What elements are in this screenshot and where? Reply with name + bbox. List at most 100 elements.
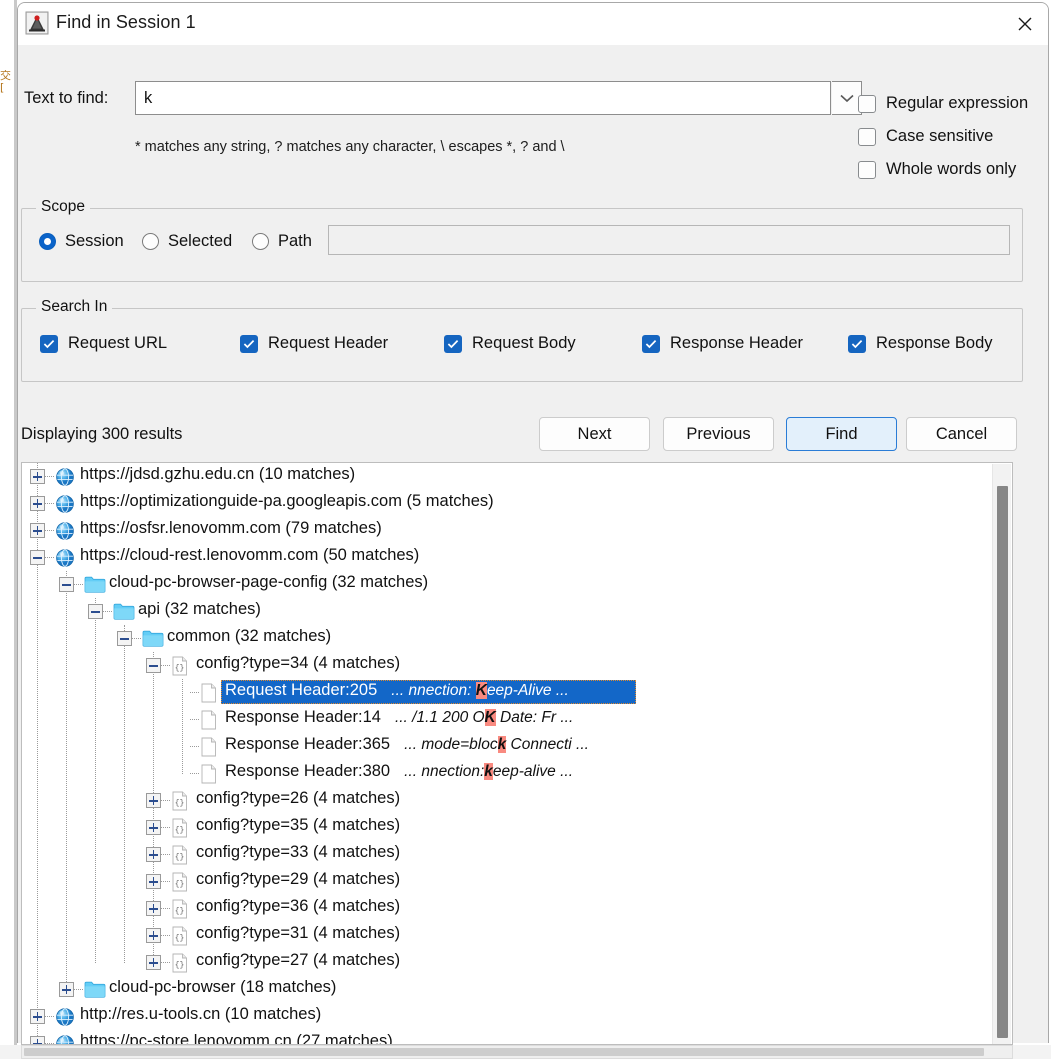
file-icon <box>201 737 216 757</box>
folder-icon <box>84 576 106 593</box>
checkbox-response-header[interactable]: Response Header <box>642 334 803 353</box>
expand-node-icon[interactable] <box>146 955 161 970</box>
tree-node[interactable]: cloud-pc-browser-page-config (32 matches… <box>22 571 992 598</box>
tree-node[interactable]: {} config?type=27 (4 matches) <box>22 949 992 976</box>
results-status-text: Displaying 300 results <box>21 425 183 443</box>
tree-node[interactable]: api (32 matches) <box>22 598 992 625</box>
checkbox-request-body[interactable]: Request Body <box>444 334 576 353</box>
folder-icon <box>113 602 135 622</box>
cancel-button[interactable]: Cancel <box>906 417 1017 451</box>
collapse-node-icon[interactable] <box>88 604 103 619</box>
snippet-suffix: Date: Fr ... <box>495 709 574 726</box>
results-tree-panel[interactable]: https://jdsd.gzhu.edu.cn (10 matches) ht… <box>21 462 1013 1045</box>
tree-node[interactable]: Response Header:380 ... nnection:keep-ali… <box>22 760 992 787</box>
collapse-node-icon[interactable] <box>30 550 45 565</box>
snippet-suffix: Connecti ... <box>506 736 589 753</box>
text-to-find-field-wrapper[interactable] <box>135 81 831 115</box>
collapse-node-icon[interactable] <box>146 658 161 673</box>
tree-connector-line <box>161 935 170 937</box>
tree-node[interactable]: {} config?type=31 (4 matches) <box>22 922 992 949</box>
expand-node-icon[interactable] <box>30 469 45 484</box>
tree-node[interactable]: https://pc-store.lenovomm.cn (27 matches… <box>22 1030 992 1045</box>
checkbox-whole-words-only[interactable]: Whole words only <box>858 160 1016 179</box>
match-location: Response Header:380 <box>225 762 391 780</box>
tree-node[interactable]: cloud-pc-browser (18 matches) <box>22 976 992 1003</box>
expand-node-icon[interactable] <box>30 1009 45 1024</box>
app-icon <box>25 11 49 35</box>
tree-node[interactable]: https://jdsd.gzhu.edu.cn (10 matches) <box>22 463 992 490</box>
tree-node[interactable]: Response Header:14 ... /1.1 200 OK Date: … <box>22 706 992 733</box>
expand-node-icon[interactable] <box>59 982 74 997</box>
json-file-icon: {} <box>172 899 187 919</box>
tree-node-label: Request Header:205 ... nnection: Keep-Ali… <box>225 681 569 700</box>
globe-icon <box>55 521 75 541</box>
radio-scope-selected[interactable]: Selected <box>142 232 232 251</box>
globe-icon <box>55 1034 75 1044</box>
search-in-group-title: Search In <box>36 298 113 316</box>
find-button[interactable]: Find <box>786 417 897 451</box>
tree-node[interactable]: http://res.u-tools.cn (10 matches) <box>22 1003 992 1030</box>
tree-node-label: common (32 matches) <box>167 627 332 645</box>
scope-group: Scope Session Selected Path <box>21 198 1023 282</box>
next-button[interactable]: Next <box>539 417 650 451</box>
tree-node[interactable]: {} config?type=36 (4 matches) <box>22 895 992 922</box>
globe-icon <box>55 548 75 568</box>
radio-scope-session[interactable]: Session <box>39 232 124 251</box>
json-file-icon: {} <box>171 656 191 676</box>
svg-text:{}: {} <box>175 961 185 970</box>
tree-node[interactable]: https://optimizationguide-pa.googleapis.… <box>22 490 992 517</box>
previous-button[interactable]: Previous <box>663 417 774 451</box>
tree-scrollbar-thumb[interactable] <box>997 486 1008 1038</box>
tree-node[interactable]: Request Header:205 ... nnection: Keep-Ali… <box>22 679 992 706</box>
title-bar: Find in Session 1 <box>18 3 1048 45</box>
checkbox-regular-expression[interactable]: Regular expression <box>858 94 1028 113</box>
tree-node[interactable]: {} config?type=29 (4 matches) <box>22 868 992 895</box>
expand-node-icon[interactable] <box>146 928 161 943</box>
tree-connector-line <box>74 989 83 991</box>
checkbox-label: Response Header <box>670 334 803 352</box>
tree-vertical-scrollbar[interactable] <box>992 464 1011 1044</box>
globe-icon <box>56 1035 74 1044</box>
checkbox-response-body[interactable]: Response Body <box>848 334 993 353</box>
expand-node-icon[interactable] <box>146 847 161 862</box>
collapse-node-icon[interactable] <box>59 577 74 592</box>
text-to-find-input[interactable] <box>144 87 816 109</box>
checkbox-request-header[interactable]: Request Header <box>240 334 388 353</box>
file-icon <box>201 764 216 784</box>
close-button[interactable] <box>1002 3 1048 45</box>
tree-node-label: config?type=29 (4 matches) <box>196 870 401 888</box>
expand-node-icon[interactable] <box>146 874 161 889</box>
match-location: Response Header:14 <box>225 708 381 726</box>
globe-icon <box>55 1007 75 1027</box>
checkbox-label: Response Body <box>876 334 993 352</box>
expand-node-icon[interactable] <box>146 793 161 808</box>
find-dialog: Find in Session 1 Text to find: * matche… <box>17 2 1049 1059</box>
tree-node[interactable]: common (32 matches) <box>22 625 992 652</box>
checkbox-request-url[interactable]: Request URL <box>40 334 167 353</box>
scope-path-input[interactable] <box>328 225 1010 255</box>
match-location: Request Header:205 <box>225 681 378 699</box>
tree-connector-line <box>161 854 170 856</box>
tree-node[interactable]: {} config?type=26 (4 matches) <box>22 787 992 814</box>
expand-node-icon[interactable] <box>30 523 45 538</box>
checkbox-label: Whole words only <box>886 160 1017 178</box>
tree-node[interactable]: https://cloud-rest.lenovomm.com (50 matc… <box>22 544 992 571</box>
tree-node[interactable]: {} config?type=33 (4 matches) <box>22 841 992 868</box>
tree-node[interactable]: Response Header:365 ... mode=block Connec… <box>22 733 992 760</box>
expand-node-icon[interactable] <box>146 820 161 835</box>
expand-node-icon[interactable] <box>30 496 45 511</box>
text-to-find-label: Text to find: <box>24 89 109 107</box>
tree-node[interactable]: https://osfsr.lenovomm.com (79 matches) <box>22 517 992 544</box>
tree-node[interactable]: {} config?type=35 (4 matches) <box>22 814 992 841</box>
radio-scope-path[interactable]: Path <box>252 232 312 251</box>
collapse-node-icon[interactable] <box>117 631 132 646</box>
json-file-icon: {} <box>172 791 187 811</box>
tree-node-label: https://pc-store.lenovomm.cn (27 matches… <box>80 1032 393 1045</box>
expand-node-icon[interactable] <box>30 1036 45 1044</box>
expand-node-icon[interactable] <box>146 901 161 916</box>
tree-hscrollbar-thumb[interactable] <box>24 1048 984 1056</box>
tree-horizontal-scrollbar[interactable] <box>21 1045 1013 1059</box>
checkbox-case-sensitive[interactable]: Case sensitive <box>858 127 993 146</box>
tree-node[interactable]: {} config?type=34 (4 matches) <box>22 652 992 679</box>
file-icon <box>200 710 220 730</box>
